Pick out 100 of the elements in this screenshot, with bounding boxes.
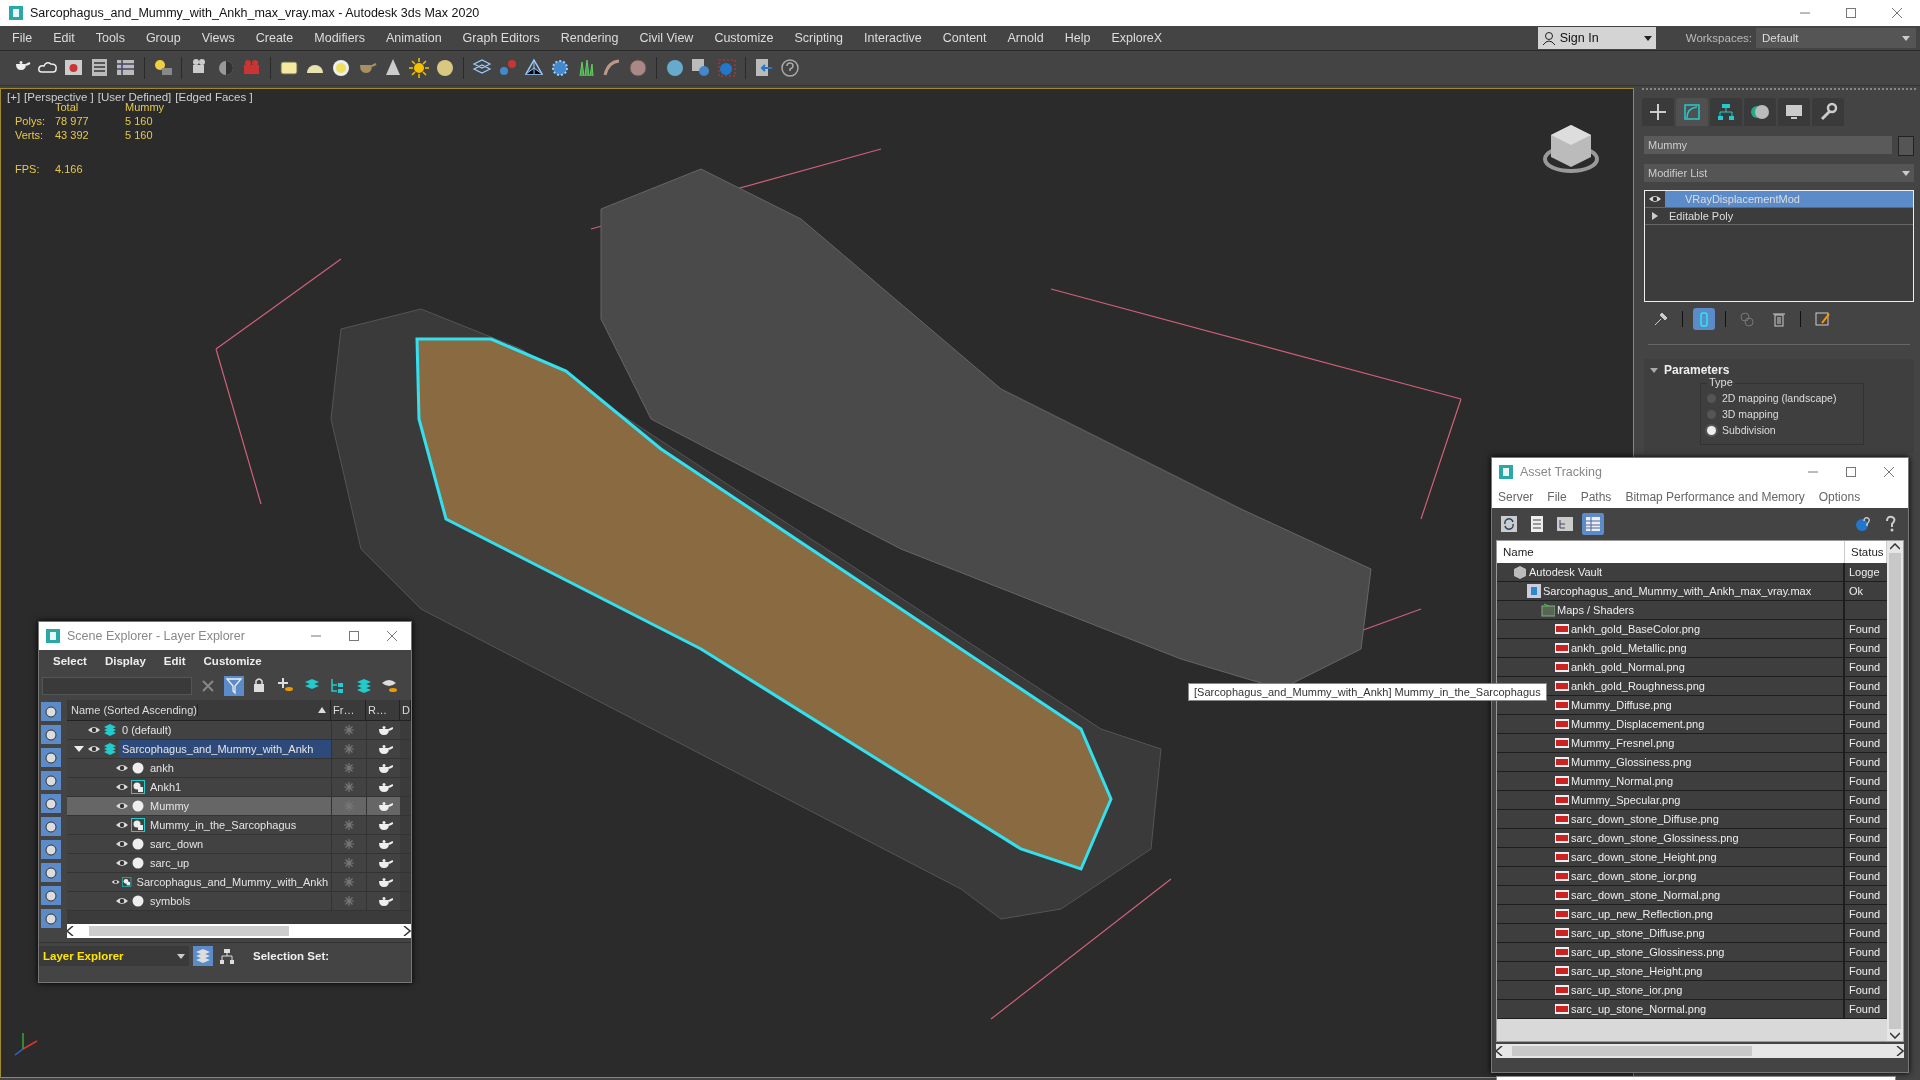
panel-tab[interactable]: [1812, 98, 1844, 126]
ring-light-icon[interactable]: [331, 58, 351, 78]
asset-name[interactable]: Maps / Shaders: [1557, 604, 1635, 616]
bulb-icon[interactable]: [153, 58, 173, 78]
menu-item[interactable]: Customize: [702, 31, 783, 45]
tree-item[interactable]: ankh: [147, 759, 177, 777]
modifier-list-dropdown[interactable]: Modifier List: [1644, 164, 1914, 182]
sign-in-button[interactable]: Sign In: [1537, 27, 1656, 49]
menu-item[interactable]: Help: [1052, 31, 1100, 45]
eye-icon[interactable]: [115, 857, 129, 869]
menu-item[interactable]: Select: [53, 655, 87, 667]
material-editor-icon[interactable]: [691, 58, 711, 78]
menu-item[interactable]: Views: [189, 31, 244, 45]
menu-item[interactable]: Group: [133, 31, 190, 45]
panel-tab[interactable]: [1778, 98, 1810, 126]
horizontal-scrollbar[interactable]: [67, 924, 411, 938]
collapse-triangle-icon[interactable]: [1650, 367, 1658, 373]
menu-item[interactable]: Modifiers: [302, 31, 374, 45]
menu-item[interactable]: Options: [1818, 490, 1861, 504]
column-header[interactable]: D: [400, 700, 411, 720]
menu-item[interactable]: Rendering: [548, 31, 628, 45]
scroll-left-icon[interactable]: [1496, 1046, 1503, 1056]
viewport-label[interactable]: [+]: [7, 91, 21, 103]
menu-item[interactable]: Content: [930, 31, 996, 45]
tree-item[interactable]: symbols: [147, 892, 194, 910]
molecule-icon[interactable]: [498, 58, 518, 78]
eye-icon[interactable]: [115, 819, 129, 831]
menu-item[interactable]: Interactive: [852, 31, 931, 45]
material-sphere-icon[interactable]: [665, 58, 685, 78]
menu-item[interactable]: Arnold: [995, 31, 1053, 45]
eye-icon[interactable]: [1648, 193, 1662, 205]
eye-icon[interactable]: [115, 838, 129, 850]
horizontal-scrollbar[interactable]: [1496, 1044, 1904, 1058]
column-header[interactable]: Name (Sorted Ascending): [67, 700, 331, 720]
menu-item[interactable]: Edit: [41, 31, 84, 45]
hierarchy-view-button[interactable]: [217, 946, 237, 966]
sphere-icon[interactable]: [435, 58, 455, 78]
sphere-filter-button[interactable]: [41, 702, 61, 721]
eye-icon[interactable]: [87, 743, 101, 755]
gear-sphere-icon[interactable]: [550, 58, 570, 78]
tree-item[interactable]: Mummy: [147, 797, 193, 815]
table-window-icon[interactable]: [116, 58, 136, 78]
menu-item[interactable]: Display: [104, 655, 146, 667]
menu-item[interactable]: ExploreX: [1099, 31, 1172, 45]
workspaces-dropdown[interactable]: Default: [1756, 28, 1916, 48]
eye-icon[interactable]: [115, 895, 129, 907]
show-end-result-button[interactable]: [1693, 308, 1715, 330]
menu-item[interactable]: Scripting: [782, 31, 853, 45]
help-icon[interactable]: [780, 58, 800, 78]
rollout-title[interactable]: Parameters: [1664, 363, 1730, 377]
color-swatch[interactable]: [1898, 136, 1914, 156]
viewport-label[interactable]: [Perspective ]: [24, 91, 94, 103]
scroll-right-icon[interactable]: [1896, 1046, 1904, 1056]
panel-tab[interactable]: [1744, 98, 1776, 126]
tree-item[interactable]: Sarcophagus_and_Mummy_with_Ankh: [119, 740, 331, 758]
scroll-down-icon[interactable]: [1890, 1032, 1900, 1039]
scroll-right-icon[interactable]: [403, 926, 411, 936]
menu-item[interactable]: Server: [1498, 490, 1534, 504]
search-field[interactable]: [42, 677, 192, 695]
menu-item[interactable]: Create: [243, 31, 303, 45]
menu-item[interactable]: Customize: [203, 655, 262, 667]
plane-icon[interactable]: [279, 58, 299, 78]
expand-triangle-icon[interactable]: [74, 744, 84, 754]
radio-button[interactable]: [1707, 425, 1716, 435]
menu-item[interactable]: File: [1547, 490, 1567, 504]
sun-icon[interactable]: [409, 58, 429, 78]
list-window-icon[interactable]: [90, 58, 110, 78]
refresh-button[interactable]: [1498, 513, 1520, 535]
vertical-scrollbar[interactable]: [1887, 541, 1903, 1041]
menu-item[interactable]: Graph Editors: [450, 31, 549, 45]
panel-tab[interactable]: [1710, 98, 1742, 126]
stack-item[interactable]: Editable Poly: [1665, 208, 1913, 224]
column-header[interactable]: R…: [366, 700, 400, 720]
half-sphere-icon[interactable]: [216, 58, 236, 78]
filter-button[interactable]: [224, 676, 244, 696]
viewport-label[interactable]: [User Defined]: [97, 91, 172, 103]
grass-icon[interactable]: [576, 58, 596, 78]
menu-item[interactable]: Civil View: [627, 31, 703, 45]
eye-icon[interactable]: [115, 781, 129, 793]
menu-item[interactable]: File: [0, 31, 42, 45]
expand-triangle-icon[interactable]: [1652, 212, 1658, 220]
render-frame-icon[interactable]: [64, 58, 84, 78]
panel-tab[interactable]: [1642, 98, 1674, 126]
panel-tab[interactable]: [1676, 98, 1708, 126]
menu-item[interactable]: Animation: [374, 31, 451, 45]
eye-icon[interactable]: [115, 762, 129, 774]
menu-item[interactable]: Tools: [83, 31, 134, 45]
hair-icon[interactable]: [602, 58, 622, 78]
table-view-button[interactable]: [1582, 513, 1604, 535]
explorer-dropdown[interactable]: Layer Explorer: [39, 946, 189, 966]
tree-item[interactable]: sarc_up: [147, 854, 193, 872]
cone-icon[interactable]: [383, 58, 403, 78]
pyramid-icon[interactable]: [524, 58, 544, 78]
tree-item[interactable]: Ankh1: [147, 778, 185, 796]
scroll-left-icon[interactable]: [67, 926, 74, 936]
scroll-up-icon[interactable]: [1890, 543, 1900, 550]
menu-item[interactable]: Edit: [163, 655, 186, 667]
eye-icon[interactable]: [87, 724, 101, 736]
eye-icon[interactable]: [115, 800, 129, 812]
column-header[interactable]: Fr…: [331, 700, 366, 720]
